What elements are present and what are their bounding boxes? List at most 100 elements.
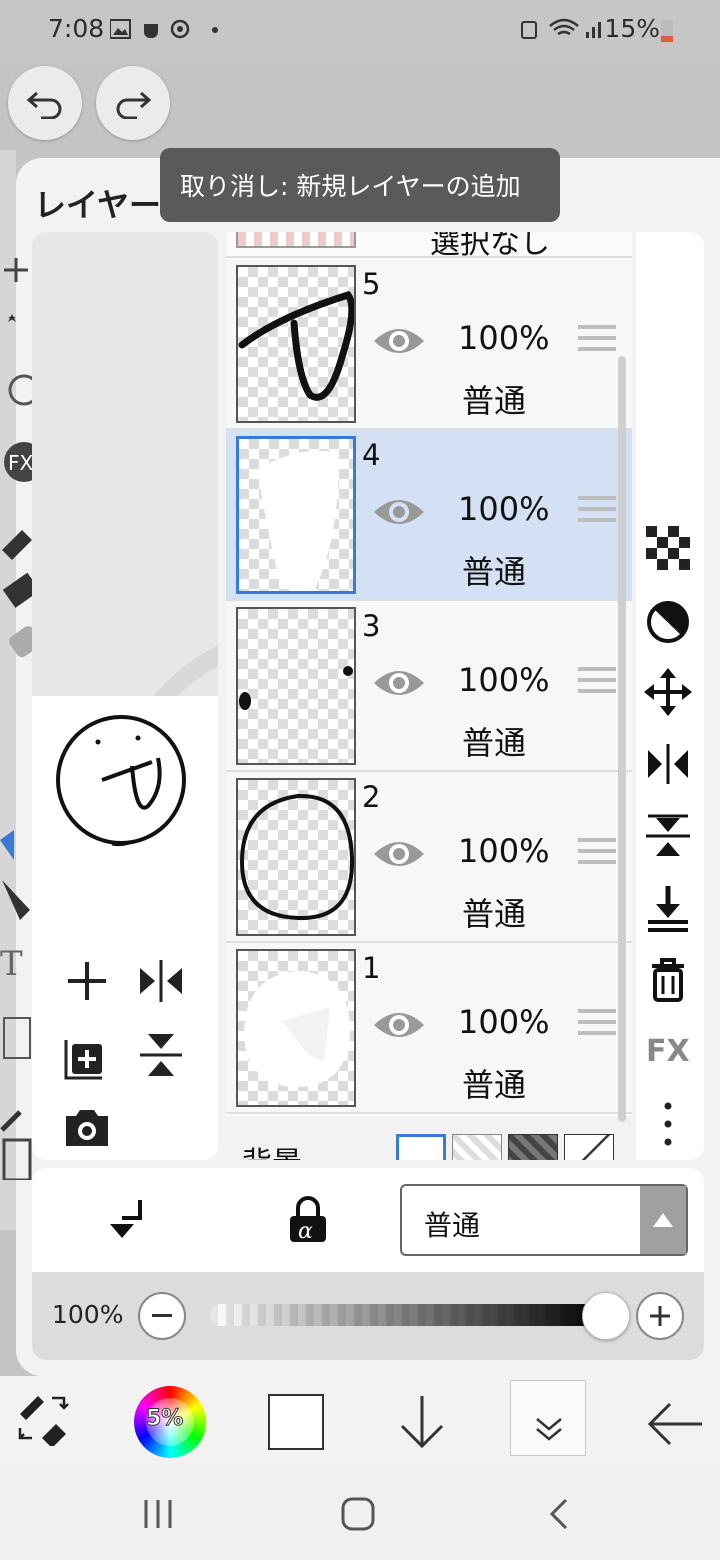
canvas-preview-gray [103, 645, 218, 1019]
dropdown-arrow-icon [640, 1186, 686, 1254]
selection-label: 選択なし [430, 232, 550, 258]
opacity-increase-button[interactable] [636, 1292, 684, 1340]
opacity-decrease-button[interactable] [138, 1292, 186, 1340]
bg-light-checker-option[interactable] [452, 1134, 502, 1160]
layer-blend-mode: 普通 [462, 724, 527, 762]
layer-opacity: 100% [458, 661, 550, 699]
fx-icon[interactable]: FX [646, 1034, 690, 1069]
nav-back-icon[interactable] [544, 1496, 574, 1532]
layer-row-4[interactable]: 4 100% 普通 [226, 430, 632, 601]
alpha-lock-icon[interactable]: α [286, 1196, 330, 1244]
opacity-slider[interactable] [210, 1304, 604, 1326]
layer-number: 4 [362, 438, 381, 472]
layer-number: 2 [362, 780, 381, 814]
color-picker-button[interactable]: 5% [134, 1386, 206, 1458]
trash-icon[interactable] [648, 956, 688, 1004]
flip-horizontal-button[interactable] [136, 956, 186, 1006]
layer-number: 5 [362, 267, 381, 301]
recent-apps-icon[interactable] [140, 1496, 176, 1532]
minus-icon [152, 1314, 172, 1317]
layer-thumbnail [236, 436, 356, 594]
flip-horizontal-icon [140, 960, 182, 1002]
blend-mode-select[interactable]: 普通 [400, 1184, 688, 1256]
layer-opacity: 100% [458, 319, 550, 357]
brush-eraser-switch-icon[interactable] [16, 1394, 74, 1446]
move-icon[interactable] [644, 668, 692, 716]
drag-handle-icon[interactable] [578, 838, 616, 871]
checker-icon[interactable] [646, 526, 690, 570]
bg-white-option[interactable] [396, 1134, 446, 1160]
background-row[interactable]: 背景 [226, 1116, 632, 1160]
layer-opacity: 100% [458, 832, 550, 870]
camera-icon [66, 1110, 108, 1146]
undo-button[interactable] [8, 66, 82, 140]
layer-number: 3 [362, 609, 381, 643]
notification-icons [110, 19, 218, 39]
camera-button[interactable] [62, 1102, 112, 1152]
flip-horizontal-icon[interactable] [644, 742, 692, 786]
drag-handle-icon[interactable] [578, 1009, 616, 1042]
contrast-icon[interactable] [646, 600, 690, 644]
current-color-swatch[interactable] [268, 1394, 324, 1450]
layer-thumbnail [236, 607, 356, 765]
collapse-panel-button[interactable] [510, 1380, 586, 1456]
svg-text:FX: FX [8, 451, 34, 475]
drag-handle-icon[interactable] [578, 496, 616, 529]
more-vertical-icon[interactable] [660, 1100, 676, 1148]
opacity-slider-knob[interactable] [582, 1292, 630, 1340]
eye-icon[interactable] [372, 321, 426, 361]
status-time: 7:08 [48, 14, 105, 43]
battery-icon [661, 20, 673, 42]
duplicate-layer-button[interactable] [62, 1030, 112, 1080]
app-toolbar [0, 1376, 720, 1464]
selection-row[interactable]: 選択なし [226, 232, 632, 258]
add-copy-icon [64, 1040, 102, 1080]
layer-list-scrollbar[interactable] [618, 356, 626, 1122]
layer-number: 1 [362, 951, 381, 985]
redo-button[interactable] [96, 66, 170, 140]
bg-dark-checker-option[interactable] [508, 1134, 558, 1160]
double-chevron-down-icon [536, 1418, 562, 1441]
layer-thumbnail [236, 949, 356, 1107]
layer-blend-mode: 普通 [462, 553, 527, 591]
opacity-value: 100% [52, 1300, 124, 1329]
drag-handle-icon[interactable] [578, 325, 616, 358]
drawing-thumbnail [56, 715, 186, 847]
svg-text:T: T [0, 944, 23, 984]
eye-icon[interactable] [372, 492, 426, 532]
tooltip-text: 取り消し: 新規レイヤーの追加 [180, 172, 521, 201]
undo-icon [26, 91, 62, 119]
layer-row-3[interactable]: 3 100% 普通 [226, 601, 632, 772]
battery-percent: 15% [604, 14, 660, 43]
layer-row-5[interactable]: 5 100% 普通 [226, 259, 632, 430]
undo-tooltip: 取り消し: 新規レイヤーの追加 [160, 148, 560, 222]
back-arrow-icon[interactable] [646, 1400, 704, 1448]
layer-blend-mode: 普通 [462, 382, 527, 420]
canvas-preview [32, 696, 218, 1160]
eye-icon[interactable] [372, 1005, 426, 1045]
eye-icon[interactable] [372, 834, 426, 874]
signal-wifi-icons [521, 18, 601, 39]
merge-down-icon[interactable] [644, 884, 692, 932]
arrow-down-icon[interactable] [398, 1394, 446, 1450]
layer-thumbnail [236, 265, 356, 423]
background-label: 背景 [242, 1138, 302, 1160]
layer-blend-mode: 普通 [462, 895, 527, 933]
bg-none-option[interactable] [564, 1134, 614, 1160]
add-layer-button[interactable] [62, 956, 112, 1006]
plus-icon [650, 1306, 670, 1326]
flip-vertical-icon[interactable] [644, 814, 692, 858]
layer-blend-mode: 普通 [462, 1066, 527, 1104]
eye-icon[interactable] [372, 663, 426, 703]
home-icon[interactable] [340, 1496, 376, 1532]
drag-handle-icon[interactable] [578, 667, 616, 700]
layer-row-2[interactable]: 2 100% 普通 [226, 772, 632, 943]
layer-opacity: 100% [458, 490, 550, 528]
color-label: 5% [145, 1406, 184, 1432]
layer-row-1[interactable]: 1 100% 普通 [226, 943, 632, 1114]
clipping-icon[interactable] [102, 1196, 146, 1244]
flip-vertical-button[interactable] [136, 1030, 186, 1080]
panel-title: レイヤー [34, 186, 162, 224]
plus-icon [68, 962, 106, 1000]
status-bar: 7:08 15% [0, 0, 720, 62]
